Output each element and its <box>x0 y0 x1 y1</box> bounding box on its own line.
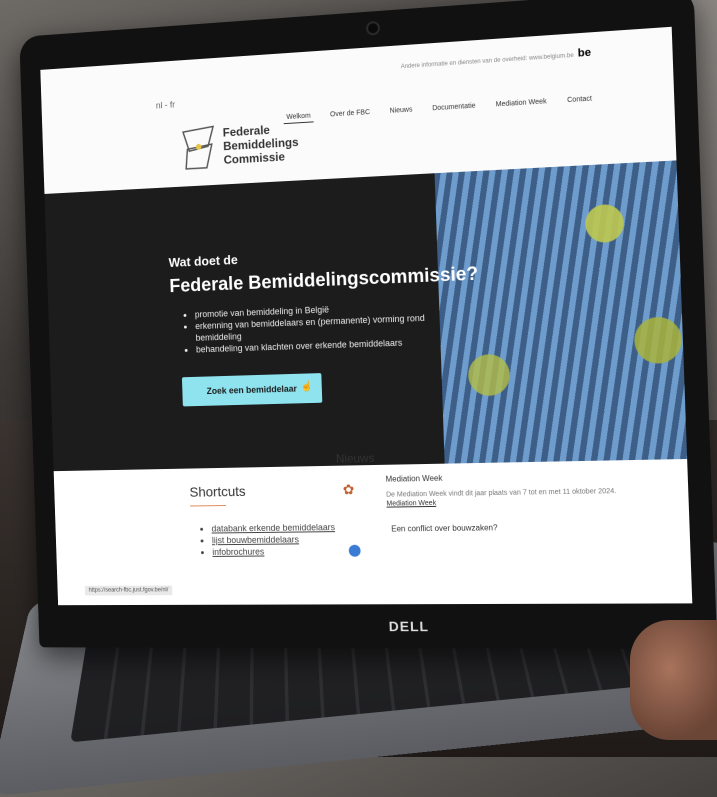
hero-building-image <box>434 160 688 464</box>
shortcuts-list: databank erkende bemiddelaars lijst bouw… <box>202 521 336 558</box>
news-title: Nieuws <box>335 451 375 466</box>
news-item-title[interactable]: Mediation Week <box>385 474 442 484</box>
nav-mediation-week[interactable]: Mediation Week <box>492 96 549 112</box>
nav-welkom[interactable]: Welkom <box>283 110 314 125</box>
news-item-body: De Mediation Week vindt dit jaar plaats … <box>386 487 617 508</box>
laptop-lid: nl - fr Andere informatie en diensten va… <box>19 0 717 649</box>
hand <box>630 620 717 740</box>
shortcuts-divider <box>189 505 226 507</box>
nav-documentatie[interactable]: Documentatie <box>429 100 479 115</box>
language-switch[interactable]: nl - fr <box>156 100 176 111</box>
screen: nl - fr Andere informatie en diensten va… <box>40 26 693 606</box>
hero-section: Wat doet de Federale Bemiddelingscommiss… <box>44 160 688 472</box>
shortcuts-title: Shortcuts <box>189 483 246 500</box>
logo-text: Federale Bemiddelings Commissie <box>222 123 299 167</box>
construction-icon <box>348 544 361 557</box>
main-nav: Welkom Over de FBC Nieuws Documentatie M… <box>283 93 595 125</box>
news-item-link[interactable]: Mediation Week <box>386 500 436 508</box>
status-bar-url: https://search-fbc.just.fgov.be/nl/ <box>84 585 173 596</box>
mediation-week-icon: ✿ <box>342 481 355 498</box>
hand-cursor-icon: ☝ <box>300 381 313 393</box>
nav-nieuws[interactable]: Nieuws <box>387 104 416 118</box>
dell-logo: DELL <box>388 618 430 635</box>
hero-title: Federale Bemiddelingscommissie? <box>169 263 479 298</box>
fbc-logo-icon <box>179 122 218 173</box>
site-logo[interactable]: Federale Bemiddelings Commissie <box>179 116 324 177</box>
news-item-title[interactable]: Een conflict over bouwzaken? <box>391 523 498 533</box>
shortcut-link[interactable]: infobrochures <box>212 545 336 558</box>
hero-bullets: promotie van bemiddeling in België erken… <box>185 299 438 355</box>
nav-contact[interactable]: Contact <box>564 93 595 107</box>
shortcut-link[interactable]: databank erkende bemiddelaars <box>211 521 335 534</box>
hero-subtitle: Wat doet de <box>168 252 238 270</box>
gov-bar[interactable]: Andere informatie en diensten van de ove… <box>400 47 592 72</box>
nav-over-de-fbc[interactable]: Over de FBC <box>327 107 373 122</box>
webcam-icon <box>365 20 381 36</box>
